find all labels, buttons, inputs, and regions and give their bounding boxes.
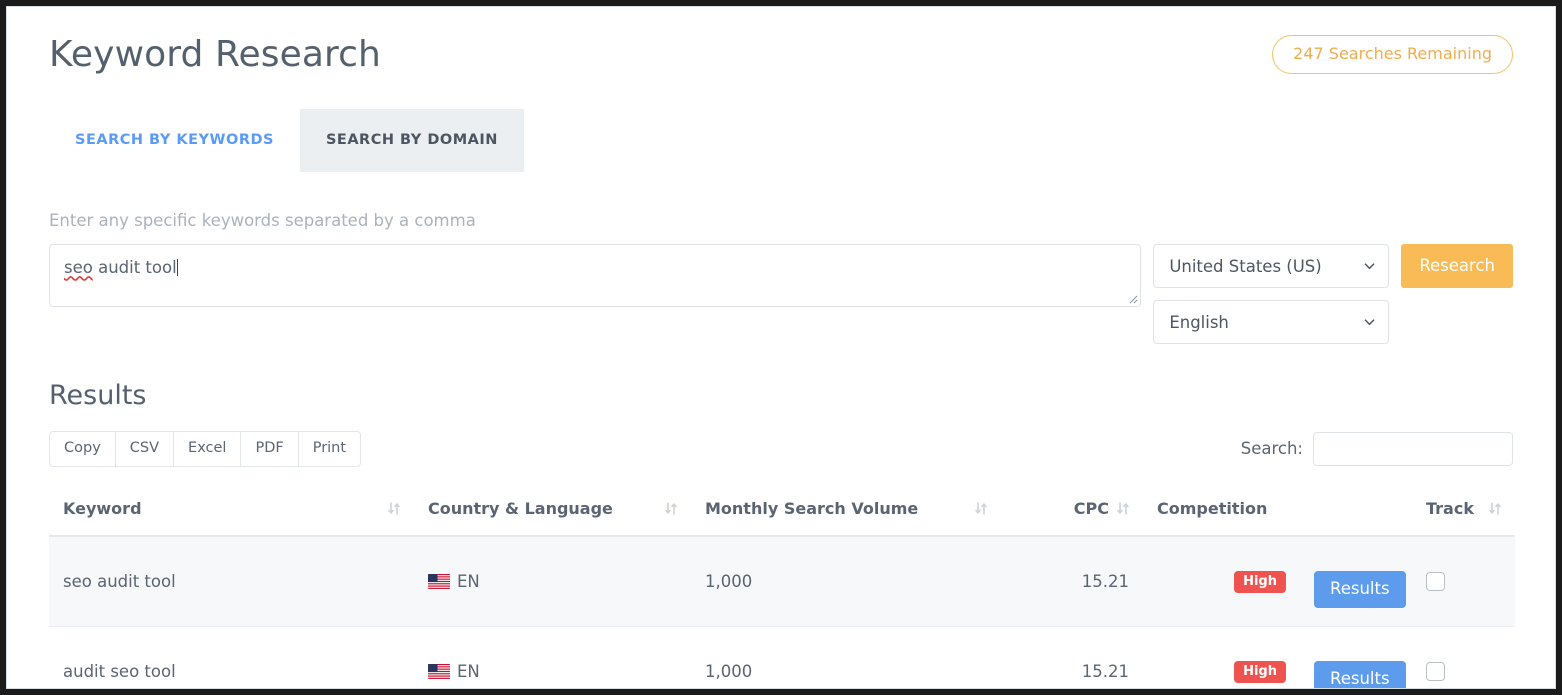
column-header-keyword[interactable]: Keyword [49,483,414,536]
results-table-body: seo audit tool EN 1,000 15.21 High [49,536,1515,689]
resize-grip-icon[interactable] [1126,292,1138,304]
country-select[interactable]: United States (US) [1153,244,1389,288]
export-copy-button[interactable]: Copy [49,431,116,467]
cell-keyword: seo audit tool [49,536,414,626]
cell-cpc: 15.21 [1001,626,1143,689]
sort-icon [388,501,400,516]
cell-keyword: audit seo tool [49,626,414,689]
locale-selects: United States (US) English [1153,244,1389,344]
column-header-cpc-label: CPC [1074,499,1109,518]
table-search: Search: [1241,432,1513,466]
track-checkbox[interactable] [1426,662,1445,681]
browser-viewport: Keyword Research 247 Searches Remaining … [6,6,1556,689]
cell-language-code: EN [457,572,480,591]
export-excel-button[interactable]: Excel [173,431,241,467]
competition-badge: High [1234,661,1286,683]
chevron-down-icon [1364,317,1375,328]
tab-search-by-domain[interactable]: SEARCH BY DOMAIN [300,109,524,172]
column-header-monthly-search-volume[interactable]: Monthly Search Volume [691,483,1001,536]
table-header-row: Keyword Country & Language Monthly Searc… [49,483,1515,536]
export-button-group: Copy CSV Excel PDF Print [49,431,360,467]
column-header-track-label: Track [1426,499,1474,518]
cell-actions: Results [1300,626,1412,689]
cell-cpc: 15.21 [1001,536,1143,626]
column-header-competition-label: Competition [1157,499,1267,518]
results-heading: Results [49,380,1513,412]
us-flag-icon [428,664,450,679]
cell-monthly-search-volume: 1,000 [691,626,1001,689]
cell-country-language: EN [414,536,691,626]
page-content: Keyword Research 247 Searches Remaining … [7,7,1555,688]
keywords-field-label: Enter any specific keywords separated by… [49,213,1513,230]
cell-track [1412,536,1515,626]
search-form-row: seo audit tool United States (US) Englis… [49,244,1513,344]
cell-monthly-search-volume: 1,000 [691,536,1001,626]
cell-competition: High [1143,626,1300,689]
page-header: Keyword Research 247 Searches Remaining [49,7,1513,76]
page-title: Keyword Research [49,33,381,76]
sort-icon [975,501,987,516]
column-header-track[interactable]: Track [1412,483,1515,536]
column-header-country-language[interactable]: Country & Language [414,483,691,536]
language-select[interactable]: English [1153,300,1389,344]
table-search-input[interactable] [1313,432,1513,466]
row-results-button[interactable]: Results [1314,571,1406,608]
results-table: Keyword Country & Language Monthly Searc… [49,483,1515,689]
sort-icon [665,501,677,516]
research-button[interactable]: Research [1401,244,1513,288]
column-header-cpc[interactable]: CPC [1001,483,1143,536]
table-toolbar: Copy CSV Excel PDF Print Search: [49,431,1513,467]
cell-language-code: EN [457,662,480,681]
competition-badge: High [1234,571,1286,593]
column-header-monthly-search-volume-label: Monthly Search Volume [705,499,918,518]
track-checkbox[interactable] [1426,572,1445,591]
keywords-misspelled-word: seo [64,258,93,277]
column-header-keyword-label: Keyword [63,499,142,518]
searches-remaining-badge: 247 Searches Remaining [1272,35,1513,74]
export-csv-button[interactable]: CSV [115,431,174,467]
keywords-input[interactable]: seo audit tool [49,244,1141,307]
table-row: audit seo tool EN 1,000 15.21 High [49,626,1515,689]
tab-search-by-keywords[interactable]: SEARCH BY KEYWORDS [49,109,300,172]
language-select-value: English [1169,313,1229,332]
sort-icon [1117,501,1129,516]
cell-competition: High [1143,536,1300,626]
keywords-remaining-text: audit tool [93,258,177,277]
export-pdf-button[interactable]: PDF [240,431,298,467]
table-row: seo audit tool EN 1,000 15.21 High [49,536,1515,626]
column-header-country-language-label: Country & Language [428,499,613,518]
table-search-label: Search: [1241,439,1303,458]
sort-icon [1489,501,1501,516]
chevron-down-icon [1364,261,1375,272]
cell-actions: Results [1300,536,1412,626]
country-select-value: United States (US) [1169,257,1321,276]
cell-track [1412,626,1515,689]
column-header-actions [1300,483,1412,536]
text-caret [177,259,178,276]
row-results-button[interactable]: Results [1314,661,1406,689]
search-mode-tabs: SEARCH BY KEYWORDS SEARCH BY DOMAIN [49,109,1513,172]
us-flag-icon [428,574,450,589]
cell-country-language: EN [414,626,691,689]
export-print-button[interactable]: Print [298,431,361,467]
column-header-competition[interactable]: Competition [1143,483,1300,536]
